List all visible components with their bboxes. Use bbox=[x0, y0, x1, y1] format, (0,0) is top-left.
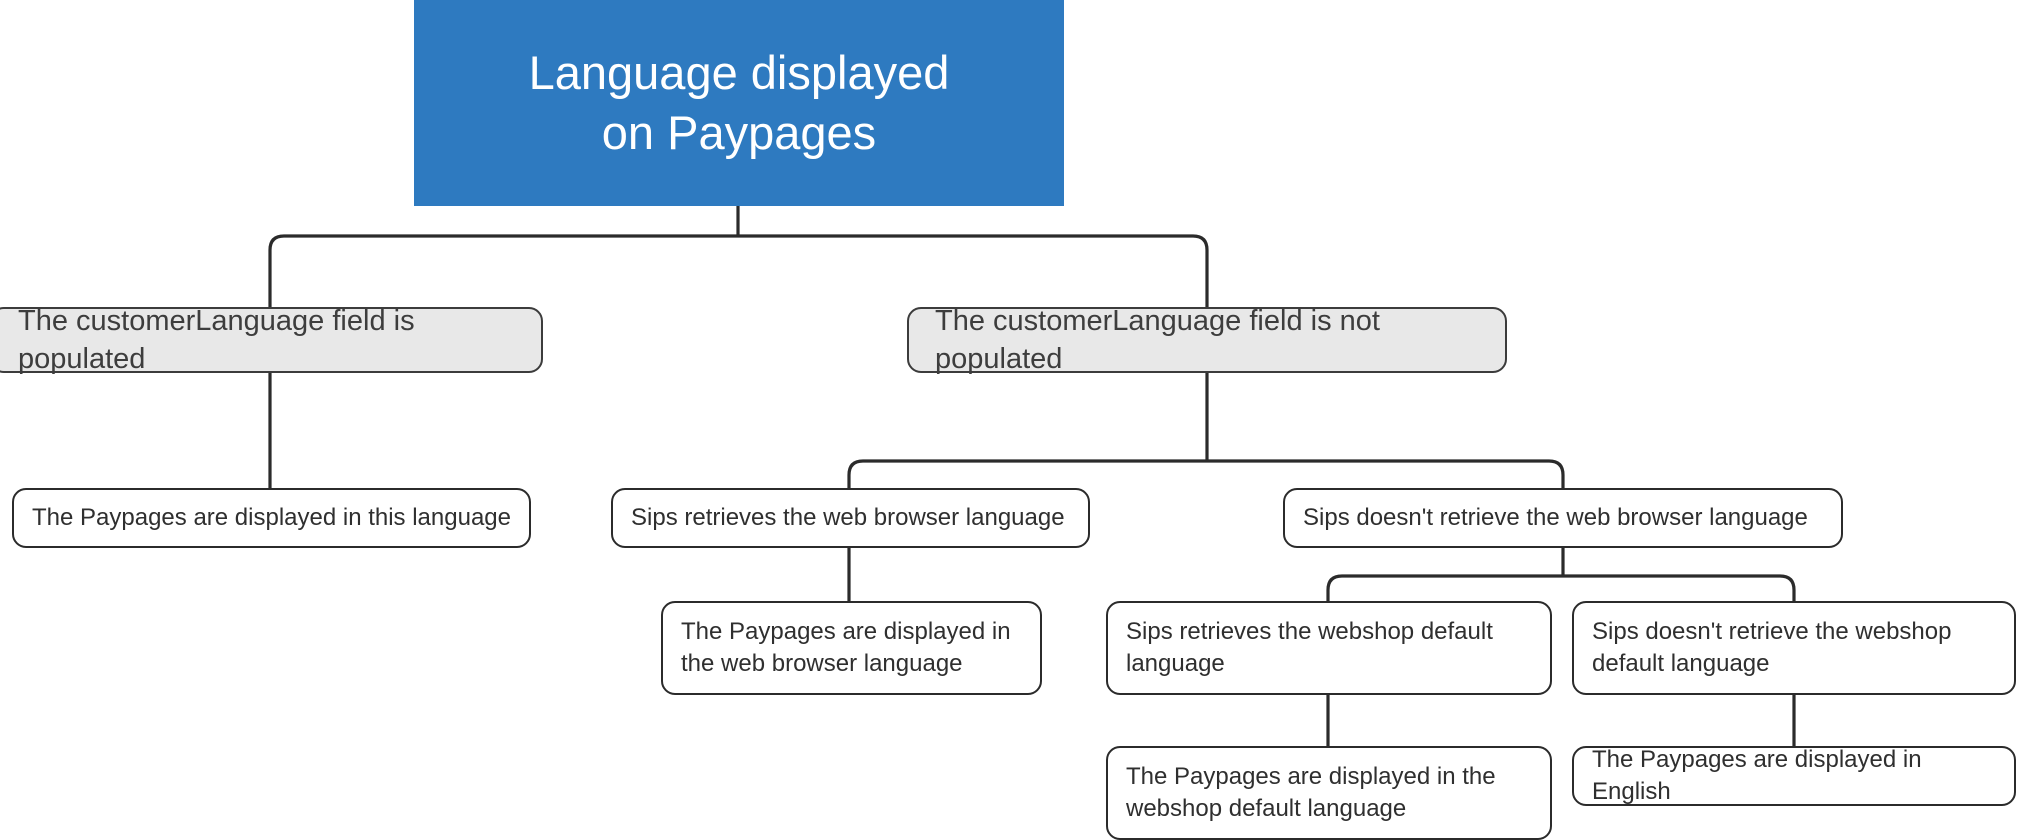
node-sips-retrieves-webshop-default[interactable]: Sips retrieves the webshop default langu… bbox=[1106, 601, 1552, 695]
node-displayed-browser-language-label: The Paypages are displayed in the web br… bbox=[681, 617, 1011, 677]
node-sips-not-retrieves-browser[interactable]: Sips doesn't retrieve the web browser la… bbox=[1283, 488, 1843, 548]
node-displayed-english-label: The Paypages are displayed in English bbox=[1592, 745, 1922, 805]
edge-root-to-level2 bbox=[268, 234, 1209, 307]
node-displayed-english[interactable]: The Paypages are displayed in English bbox=[1572, 746, 2016, 806]
node-root[interactable]: Language displayed on Paypages bbox=[414, 0, 1064, 206]
edge-nobrowser-branch bbox=[1326, 574, 1796, 601]
node-displayed-browser-language[interactable]: The Paypages are displayed in the web br… bbox=[661, 601, 1042, 695]
node-customer-language-not-populated-label: The customerLanguage field is not popula… bbox=[935, 304, 1380, 375]
node-displayed-webshop-default[interactable]: The Paypages are displayed in the websho… bbox=[1106, 746, 1552, 840]
node-displayed-this-language[interactable]: The Paypages are displayed in this langu… bbox=[12, 488, 531, 548]
node-sips-not-retrieves-browser-label: Sips doesn't retrieve the web browser la… bbox=[1303, 503, 1808, 531]
node-customer-language-populated-label: The customerLanguage field is populated bbox=[18, 304, 415, 375]
node-displayed-webshop-default-label: The Paypages are displayed in the websho… bbox=[1126, 762, 1496, 822]
node-sips-not-retrieves-webshop-default[interactable]: Sips doesn't retrieve the webshop defaul… bbox=[1572, 601, 2016, 695]
node-customer-language-not-populated[interactable]: The customerLanguage field is not popula… bbox=[907, 305, 1507, 375]
node-sips-retrieves-browser-label: Sips retrieves the web browser language bbox=[631, 503, 1065, 531]
node-sips-not-retrieves-webshop-default-label: Sips doesn't retrieve the webshop defaul… bbox=[1592, 617, 1952, 677]
node-customer-language-populated[interactable]: The customerLanguage field is populated bbox=[0, 305, 543, 375]
node-sips-retrieves-webshop-default-label: Sips retrieves the webshop default langu… bbox=[1126, 617, 1493, 677]
node-root-label: Language displayed on Paypages bbox=[528, 45, 950, 159]
decision-tree-diagram: Language displayed on Paypages The custo… bbox=[0, 0, 2022, 840]
edge-notpopulated-branch bbox=[847, 459, 1565, 488]
node-sips-retrieves-browser[interactable]: Sips retrieves the web browser language bbox=[611, 488, 1090, 548]
node-displayed-this-language-label: The Paypages are displayed in this langu… bbox=[32, 503, 511, 531]
